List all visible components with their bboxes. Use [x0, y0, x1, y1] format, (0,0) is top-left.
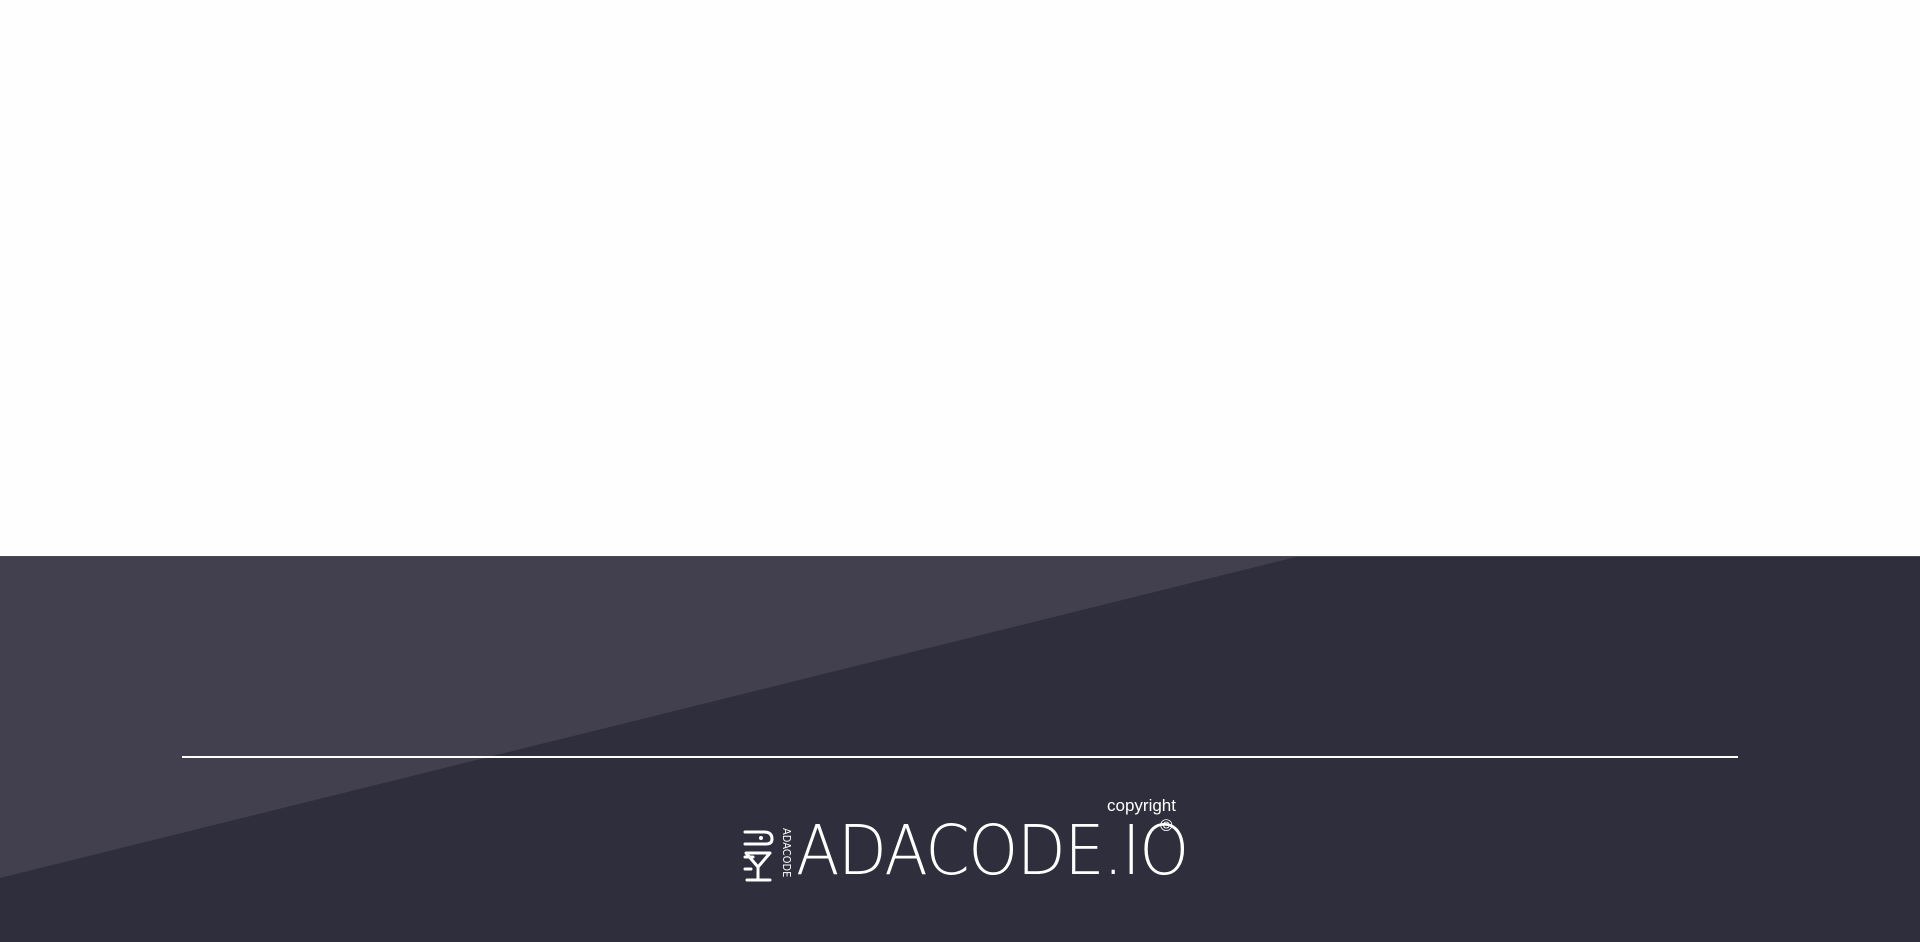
copyright-icon: © — [1160, 816, 1173, 835]
brand-name: ADACODE.IO — [796, 811, 1189, 891]
copyright-label: copyright — [1107, 796, 1176, 815]
footer: ADACODE ADACODE.IO copyright © — [0, 556, 1920, 942]
main-content-area — [0, 0, 1920, 556]
brand-logo[interactable]: ADACODE ADACODE.IO copyright © — [742, 796, 1189, 896]
page: ADACODE ADACODE.IO copyright © — [0, 0, 1920, 942]
footer-divider — [182, 756, 1738, 758]
brand-mark-text: ADACODE — [780, 828, 793, 878]
